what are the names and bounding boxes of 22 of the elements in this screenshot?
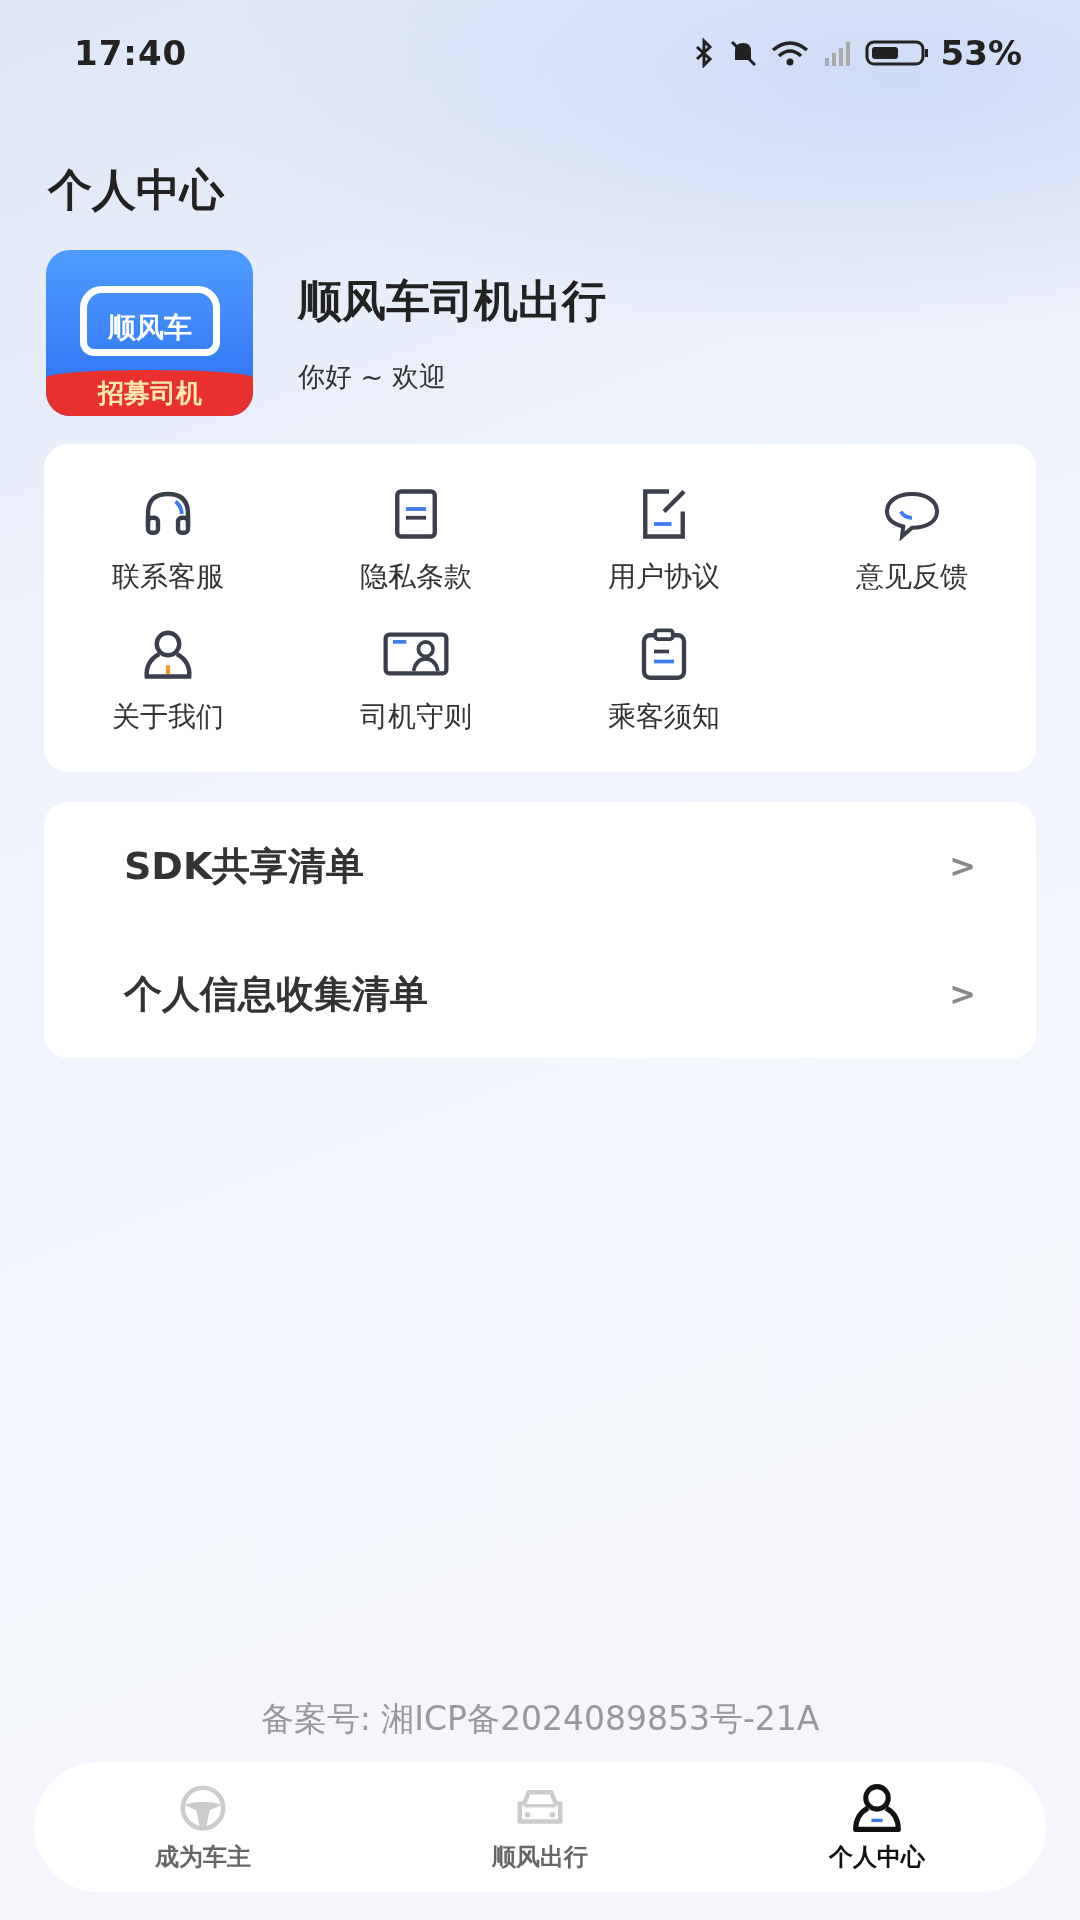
- status-time: 17:40: [74, 33, 188, 73]
- menu-item[interactable]: 意见反馈: [788, 484, 1036, 596]
- menu-item[interactable]: 用户协议: [540, 484, 788, 596]
- menu-item[interactable]: 司机守则: [292, 624, 540, 736]
- tab[interactable]: 成为车主: [34, 1762, 372, 1892]
- list-item[interactable]: SDK共享清单: [124, 840, 365, 892]
- app-name: 顺风车司机出行: [298, 273, 606, 328]
- menu-item[interactable]: 乘客须知: [540, 624, 788, 736]
- menu-item[interactable]: 联系客服: [44, 484, 292, 596]
- greeting-text: 你好 ~ 欢迎: [298, 359, 447, 394]
- battery-icon: [864, 38, 931, 68]
- chevron-icon[interactable]: >: [949, 847, 976, 885]
- app-logo: 顺风车 招募司机: [46, 250, 253, 416]
- list-item[interactable]: 个人信息收集清单: [124, 968, 428, 1020]
- page-title: 个人中心: [48, 168, 226, 212]
- tab[interactable]: 顺风出行: [371, 1762, 709, 1892]
- battery-percent: 53%: [940, 33, 1022, 73]
- menu-item[interactable]: 关于我们: [44, 624, 292, 736]
- icp-record-text: 备案号: 湘ICP备2024089853号-21A: [259, 1698, 821, 1740]
- menu-item[interactable]: 隐私条款: [292, 484, 540, 596]
- chevron-icon[interactable]: >: [949, 975, 976, 1013]
- tab[interactable]: 个人中心: [708, 1762, 1046, 1892]
